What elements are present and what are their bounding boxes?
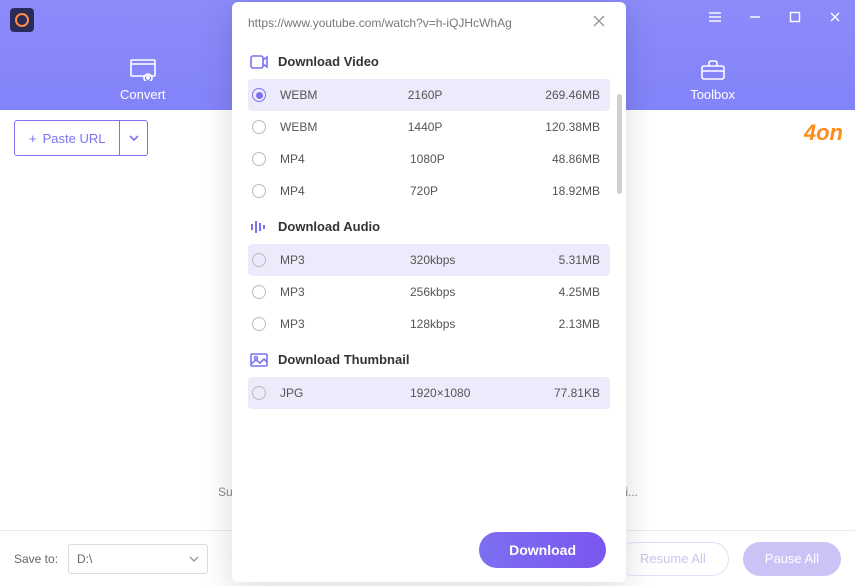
- paste-url-dropdown[interactable]: [120, 120, 148, 156]
- download-modal: https://www.youtube.com/watch?v=h-iQJHcW…: [232, 2, 626, 582]
- tab-toolbox[interactable]: Toolbox: [690, 59, 735, 102]
- video-option-row[interactable]: MP4720P18.92MB: [248, 175, 610, 207]
- menu-icon[interactable]: [695, 0, 735, 34]
- video-option-row[interactable]: WEBM1440P120.38MB: [248, 111, 610, 143]
- quality-label: 1440P: [408, 120, 546, 134]
- convert-icon: [130, 59, 156, 81]
- quality-label: 1920×1080: [410, 386, 550, 400]
- size-label: 48.86MB: [550, 152, 600, 166]
- minimize-icon[interactable]: [735, 0, 775, 34]
- tab-convert-label: Convert: [120, 87, 166, 102]
- size-label: 120.38MB: [545, 120, 600, 134]
- radio-icon[interactable]: [252, 285, 266, 299]
- section-video-header: Download Video: [248, 42, 610, 79]
- quality-label: 1080P: [410, 152, 550, 166]
- app-logo: [10, 8, 34, 32]
- pause-all-button[interactable]: Pause All: [743, 542, 841, 576]
- image-icon: [250, 353, 268, 367]
- format-label: JPG: [280, 386, 410, 400]
- quality-label: 2160P: [408, 88, 546, 102]
- radio-icon[interactable]: [252, 253, 266, 267]
- format-label: MP3: [280, 253, 410, 267]
- audio-icon: [250, 220, 268, 234]
- chevron-down-icon: [189, 556, 199, 562]
- promo-badge: 4on: [804, 120, 843, 146]
- chevron-down-icon: [129, 135, 139, 141]
- scrollbar-thumb[interactable]: [617, 94, 622, 194]
- section-thumb-header: Download Thumbnail: [248, 340, 610, 377]
- format-label: MP3: [280, 285, 410, 299]
- url-text: https://www.youtube.com/watch?v=h-iQJHcW…: [248, 16, 592, 30]
- quality-label: 320kbps: [410, 253, 550, 267]
- close-icon[interactable]: [815, 0, 855, 34]
- radio-icon[interactable]: [252, 152, 266, 166]
- download-button[interactable]: Download: [479, 532, 606, 568]
- plus-icon: +: [29, 131, 37, 146]
- resume-all-button[interactable]: Resume All: [617, 542, 729, 576]
- audio-option-row[interactable]: MP3256kbps4.25MB: [248, 276, 610, 308]
- tab-convert[interactable]: Convert: [120, 59, 166, 102]
- modal-header: https://www.youtube.com/watch?v=h-iQJHcW…: [232, 2, 626, 42]
- format-label: WEBM: [280, 120, 408, 134]
- size-label: 5.31MB: [550, 253, 600, 267]
- video-option-row[interactable]: MP41080P48.86MB: [248, 143, 610, 175]
- video-icon: [250, 55, 268, 69]
- radio-icon[interactable]: [252, 88, 266, 102]
- size-label: 18.92MB: [550, 184, 600, 198]
- radio-icon[interactable]: [252, 386, 266, 400]
- radio-icon[interactable]: [252, 184, 266, 198]
- radio-icon[interactable]: [252, 317, 266, 331]
- quality-label: 720P: [410, 184, 550, 198]
- audio-option-row[interactable]: MP3320kbps5.31MB: [248, 244, 610, 276]
- video-option-row[interactable]: WEBM2160P269.46MB: [248, 79, 610, 111]
- modal-close-button[interactable]: [592, 14, 610, 32]
- modal-body[interactable]: Download Video WEBM2160P269.46MBWEBM1440…: [232, 42, 626, 520]
- format-label: MP4: [280, 184, 410, 198]
- section-thumb-title: Download Thumbnail: [278, 352, 409, 367]
- saveto-label: Save to:: [14, 552, 58, 566]
- radio-icon[interactable]: [252, 120, 266, 134]
- thumb-option-row[interactable]: JPG1920×108077.81KB: [248, 377, 610, 409]
- format-label: WEBM: [280, 88, 408, 102]
- size-label: 77.81KB: [550, 386, 600, 400]
- paste-url-button[interactable]: + Paste URL: [14, 120, 120, 156]
- modal-footer: Download: [232, 520, 626, 582]
- paste-url-label: Paste URL: [43, 131, 106, 146]
- quality-label: 128kbps: [410, 317, 550, 331]
- audio-option-row[interactable]: MP3128kbps2.13MB: [248, 308, 610, 340]
- toolbox-icon: [700, 59, 726, 81]
- maximize-icon[interactable]: [775, 0, 815, 34]
- section-audio-header: Download Audio: [248, 207, 610, 244]
- window-controls: [695, 0, 855, 34]
- size-label: 4.25MB: [550, 285, 600, 299]
- format-label: MP3: [280, 317, 410, 331]
- size-label: 2.13MB: [550, 317, 600, 331]
- quality-label: 256kbps: [410, 285, 550, 299]
- size-label: 269.46MB: [545, 88, 600, 102]
- saveto-select[interactable]: D:\: [68, 544, 208, 574]
- format-label: MP4: [280, 152, 410, 166]
- tab-toolbox-label: Toolbox: [690, 87, 735, 102]
- section-video-title: Download Video: [278, 54, 379, 69]
- saveto-value: D:\: [77, 552, 92, 566]
- section-audio-title: Download Audio: [278, 219, 380, 234]
